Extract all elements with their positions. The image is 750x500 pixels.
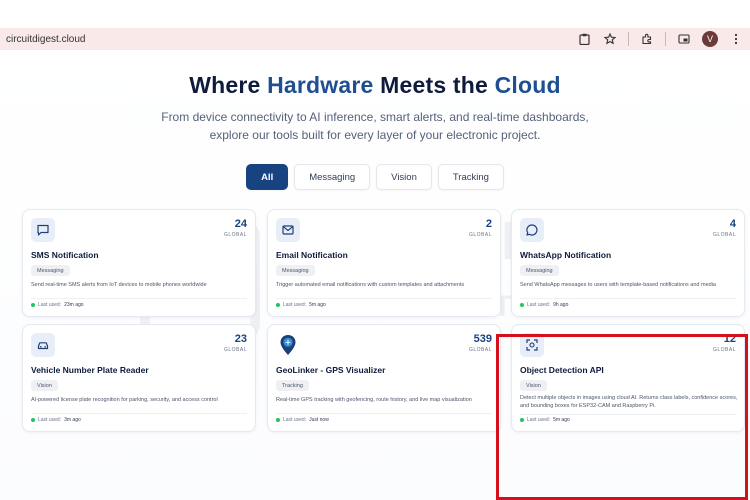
title-part: Meets the — [373, 72, 495, 98]
category-tag: Messaging — [520, 265, 559, 276]
tool-card-email-notification[interactable]: 2 GLOBAL Email Notification Messaging Tr… — [267, 209, 501, 317]
tool-card-whatsapp-notification[interactable]: 4 GLOBAL WhatsApp Notification Messaging… — [511, 209, 745, 317]
category-tag: Tracking — [276, 380, 309, 391]
last-used-row: Last used: 5m ago — [276, 302, 326, 308]
usage-count: 24 — [234, 218, 247, 230]
card-divider — [31, 413, 247, 414]
usage-count: 2 — [485, 218, 492, 230]
tab-tracking[interactable]: Tracking — [437, 164, 504, 190]
envelope-icon — [276, 218, 300, 242]
card-description: AI-powered license plate recognition for… — [31, 397, 218, 403]
highlight-box — [496, 334, 748, 500]
page-title: Where Hardware Meets the Cloud — [0, 72, 750, 99]
extensions-puzzle-icon[interactable] — [639, 31, 655, 47]
card-title: SMS Notification — [31, 250, 99, 260]
last-used-value: 3m ago — [64, 417, 81, 423]
usage-count: 4 — [729, 218, 736, 230]
card-divider — [31, 298, 247, 299]
card-title: Email Notification — [276, 250, 348, 260]
tab-vision[interactable]: Vision — [376, 164, 432, 190]
tab-all[interactable]: All — [246, 164, 289, 190]
last-used-label: Last used: — [527, 302, 551, 308]
usage-count: 539 — [473, 333, 492, 345]
category-tag: Vision — [31, 380, 58, 391]
cast-screen-icon[interactable] — [676, 31, 692, 47]
card-title: WhatsApp Notification — [520, 250, 612, 260]
toolbar-divider — [665, 32, 666, 46]
address-bar[interactable]: circuitdigest.cloud — [6, 34, 85, 45]
card-title: GeoLinker - GPS Visualizer — [276, 365, 386, 375]
page-subtitle: From device connectivity to AI inference… — [161, 110, 589, 142]
last-used-label: Last used: — [283, 302, 307, 308]
card-description: Real-time GPS tracking with geofencing, … — [276, 397, 472, 403]
status-dot — [31, 418, 35, 422]
last-used-value: Just now — [309, 417, 329, 423]
usage-count: 23 — [234, 333, 247, 345]
global-label: GLOBAL — [468, 232, 492, 238]
last-used-label: Last used: — [38, 302, 62, 308]
browser-toolbar: circuitdigest.cloud V — [0, 28, 750, 50]
category-tag: Messaging — [276, 265, 315, 276]
tool-card-geolinker-gps-visualizer[interactable]: 539 GLOBAL GeoLinker - GPS Visualizer Tr… — [267, 324, 501, 432]
last-used-value: 23m ago — [64, 302, 84, 308]
card-divider — [276, 298, 492, 299]
title-accent-cloud: Cloud — [494, 72, 561, 98]
card-divider — [276, 413, 492, 414]
card-description: Send real-time SMS alerts from IoT devic… — [31, 282, 207, 288]
filter-tabs: All Messaging Vision Tracking — [0, 164, 750, 190]
kebab-menu-icon[interactable] — [728, 31, 744, 47]
tab-messaging[interactable]: Messaging — [294, 164, 371, 190]
card-title: Vehicle Number Plate Reader — [31, 365, 149, 375]
card-description: Send WhatsApp messages to users with tem… — [520, 282, 716, 288]
car-icon — [31, 333, 55, 357]
status-dot — [520, 303, 524, 307]
last-used-label: Last used: — [283, 417, 307, 423]
last-used-value: 5m ago — [309, 302, 326, 308]
last-used-row: Last used: 3m ago — [31, 417, 81, 423]
map-pin-icon — [276, 333, 300, 357]
last-used-row: Last used: Just now — [276, 417, 329, 423]
tool-card-vehicle-number-plate-reader[interactable]: 23 GLOBAL Vehicle Number Plate Reader Vi… — [22, 324, 256, 432]
status-dot — [31, 303, 35, 307]
last-used-label: Last used: — [38, 417, 62, 423]
tool-card-sms-notification[interactable]: 24 GLOBAL SMS Notification Messaging Sen… — [22, 209, 256, 317]
title-accent-hardware: Hardware — [267, 72, 374, 98]
toolbar-divider — [628, 32, 629, 46]
global-label: GLOBAL — [468, 347, 492, 353]
whatsapp-icon — [520, 218, 544, 242]
last-used-row: Last used: 9h ago — [520, 302, 568, 308]
global-label: GLOBAL — [712, 232, 736, 238]
status-dot — [276, 418, 280, 422]
card-divider — [520, 298, 736, 299]
card-description: Trigger automated email notifications wi… — [276, 282, 465, 288]
profile-avatar[interactable]: V — [702, 31, 718, 47]
chat-bubble-icon — [31, 218, 55, 242]
last-used-value: 9h ago — [553, 302, 569, 308]
clipboard-icon[interactable] — [576, 31, 592, 47]
category-tag: Messaging — [31, 265, 70, 276]
main-page: CIRCUIT DIGEST Where Hardware Meets the … — [0, 50, 750, 500]
status-dot — [276, 303, 280, 307]
last-used-row: Last used: 23m ago — [31, 302, 84, 308]
global-label: GLOBAL — [223, 232, 247, 238]
bookmark-star-icon[interactable] — [602, 31, 618, 47]
title-part: Where — [189, 72, 268, 98]
global-label: GLOBAL — [223, 347, 247, 353]
